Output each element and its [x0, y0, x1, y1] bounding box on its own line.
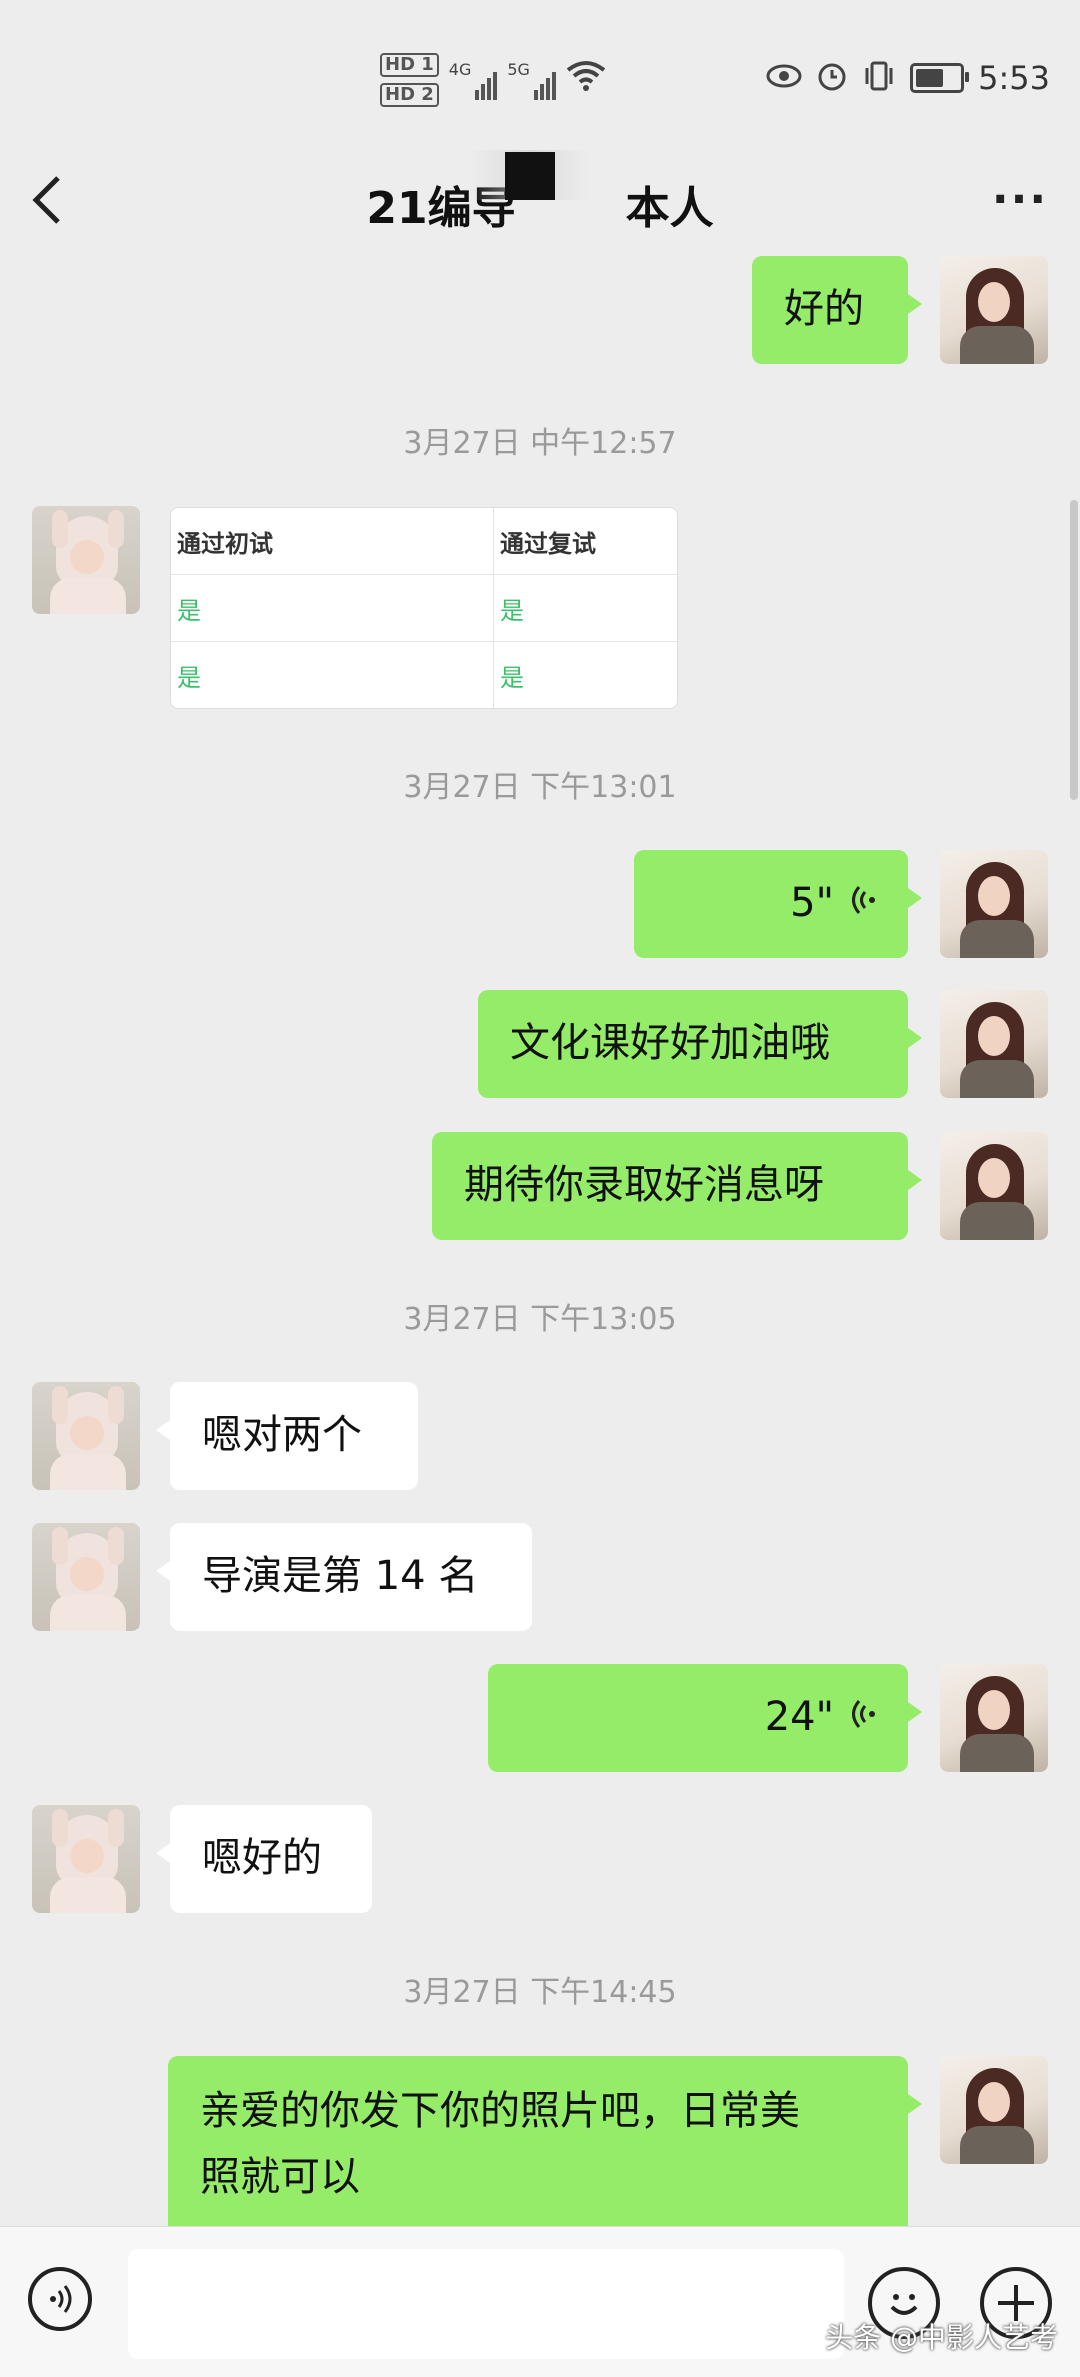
avatar-me[interactable]	[940, 850, 1048, 958]
message-bubble-sent[interactable]: 好的	[752, 256, 922, 364]
table-header: 通过复试	[493, 508, 677, 575]
eye-icon	[766, 64, 802, 92]
net1-label: 4G	[448, 60, 472, 79]
network-indicators: HD 1 HD 2 4G 5G	[380, 50, 606, 110]
voice-message-sent[interactable]: 5"	[634, 850, 922, 958]
avatar-me[interactable]	[940, 2056, 1048, 2164]
message-line: 亲爱的你发下你的照片吧，日常美	[200, 2088, 800, 2134]
message-bubble-sent[interactable]: 期待你录取好消息呀	[432, 1132, 922, 1240]
message-input[interactable]	[128, 2249, 844, 2359]
avatar-contact[interactable]	[32, 506, 140, 614]
chat-title-tail: 本人	[625, 183, 714, 234]
timestamp: 3月27日 下午13:05	[403, 1302, 677, 1337]
table-header: 通过初试	[171, 508, 494, 575]
status-bar: HD 1 HD 2 4G 5G 5:53	[0, 0, 1080, 150]
message-bubble-received[interactable]: 嗯对两个	[156, 1382, 418, 1490]
message-line: 照就可以	[200, 2154, 360, 2200]
hd1-badge: HD 1	[380, 53, 439, 77]
result-table: 通过初试 通过复试 是 是 是 是	[171, 508, 677, 708]
avatar-me[interactable]	[940, 256, 1048, 364]
avatar-contact[interactable]	[32, 1523, 140, 1631]
voice-input-icon[interactable]	[28, 2267, 92, 2331]
timestamp: 3月27日 中午12:57	[403, 426, 677, 461]
table-message[interactable]: 通过初试 通过复试 是 是 是 是	[170, 507, 678, 709]
wifi-icon	[566, 60, 606, 100]
avatar-contact[interactable]	[32, 1805, 140, 1913]
avatar-contact[interactable]	[32, 1382, 140, 1490]
message-bubble-received[interactable]: 嗯好的	[156, 1805, 372, 1913]
timestamp: 3月27日 下午14:45	[403, 1975, 677, 2010]
voice-wave-icon	[846, 1694, 876, 1744]
net2-label: 5G	[507, 60, 530, 79]
scrollbar[interactable]	[1070, 500, 1078, 800]
signal-5g-icon: 5G	[507, 60, 556, 100]
watermark: 头条 @中影人艺考	[825, 2321, 1058, 2354]
battery-icon	[910, 63, 970, 93]
table-cell: 是	[500, 663, 524, 692]
status-time: 5:53	[978, 59, 1050, 97]
alarm-icon	[816, 60, 848, 96]
voice-message-sent[interactable]: 24"	[488, 1664, 922, 1772]
message-bubble-sent[interactable]: 亲爱的你发下你的照片吧，日常美 照就可以	[168, 2056, 922, 2236]
table-cell: 是	[171, 641, 494, 708]
avatar-me[interactable]	[940, 990, 1048, 1098]
message-bubble-sent[interactable]: 文化课好好加油哦	[478, 990, 922, 1098]
avatar-me[interactable]	[940, 1664, 1048, 1772]
status-right: 5:53	[766, 52, 1050, 104]
signal-4g-icon: 4G	[449, 60, 498, 100]
voice-wave-icon	[846, 880, 876, 930]
hd-indicators: HD 1 HD 2	[380, 53, 439, 107]
more-icon[interactable]: ···	[990, 170, 1050, 240]
vibrate-icon	[862, 60, 896, 96]
avatar-me[interactable]	[940, 1132, 1048, 1240]
timestamp: 3月27日 下午13:01	[403, 770, 677, 805]
voice-duration: 5"	[790, 880, 834, 926]
hd2-badge: HD 2	[380, 83, 439, 107]
message-bubble-received[interactable]: 导演是第 14 名	[156, 1523, 532, 1631]
voice-duration: 24"	[764, 1694, 834, 1740]
redaction-block	[505, 152, 555, 200]
table-cell: 是	[493, 574, 677, 642]
table-cell: 是	[171, 574, 494, 642]
